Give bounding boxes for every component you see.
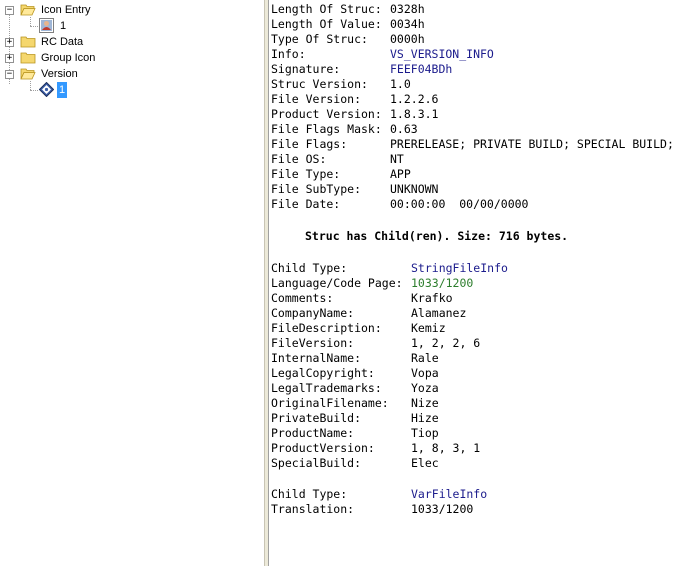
version-info-view: Length Of Struc: 0328h Length Of Value: 00… [269,0,689,566]
tree-node-label: Group Icon [41,52,96,64]
string-row: ProductVersion: 1, 8, 3, 1 [271,441,481,455]
child-type-value: StringFileInfo [411,261,508,275]
tree-node-group-icon[interactable]: + Group Icon [0,50,264,66]
tree-node-label: Icon Entry [41,4,91,16]
child-size-note: Struc has Child(ren). Size: 716 bytes. [305,229,569,243]
collapse-icon[interactable]: − [5,70,14,79]
folder-icon [20,36,36,48]
info-row: Type Of Struc: 0000h [271,32,425,46]
tree-node-icon-entry[interactable]: − Icon Entry [0,2,264,18]
code-page-row: Language/Code Page: 1033/1200 [271,276,474,290]
string-row: InternalName: Rale [271,351,439,365]
tree-node-version-1[interactable]: 1 [0,82,264,98]
tree-node-label: Version [41,68,78,80]
tree-node-icon-entry-1[interactable]: 1 [0,18,264,34]
translation-row: Translation: 1033/1200 [271,502,474,516]
expand-icon[interactable]: + [5,38,14,47]
info-row: File OS: NT [271,152,404,166]
string-row: CompanyName: Alamanez [271,306,467,320]
tree-node-label-selected: 1 [57,82,68,98]
tree-node-rc-data[interactable]: + RC Data [0,34,264,50]
info-row: File Date: 00:00:00 00/00/0000 [271,197,529,211]
tree-node-label: 1 [60,20,67,32]
string-row: PrivateBuild: Hize [271,411,439,425]
resource-tree[interactable]: − Icon Entry 1 + RC Data + Group Icon − … [0,0,264,566]
info-row: Product Version: 1.8.3.1 [271,107,439,121]
child-type-value: VarFileInfo [411,487,488,501]
info-row: File Version: 1.2.2.6 [271,92,439,106]
string-row: LegalTrademarks: Yoza [271,381,439,395]
string-row: ProductName: Tiop [271,426,439,440]
tree-node-version[interactable]: − Version [0,66,264,82]
icon-resource-icon [39,18,54,33]
folder-icon [20,52,36,64]
info-row: Length Of Struc: 0328h [271,2,425,16]
expand-icon[interactable]: + [5,54,14,63]
info-row: Length Of Value: 0034h [271,17,425,31]
info-row: Info: VS_VERSION_INFO [271,47,494,61]
info-row: Signature: FEEF04BDh [271,62,453,76]
info-row: File SubType: UNKNOWN [271,182,439,196]
version-info-icon [39,82,54,97]
child-type-row: Child Type: VarFileInfo [271,487,488,501]
open-folder-icon [20,4,36,16]
signature-value: FEEF04BDh [390,62,453,76]
code-page-value: 1033/1200 [411,276,474,290]
collapse-icon[interactable]: − [5,6,14,15]
string-row: LegalCopyright: Vopa [271,366,439,380]
info-row: File Type: APP [271,167,411,181]
info-value: VS_VERSION_INFO [390,47,494,61]
info-row: File Flags Mask: 0.63 [271,122,418,136]
tree-node-label: RC Data [41,36,84,48]
info-row: Struc Version: 1.0 [271,77,411,91]
child-type-row: Child Type: StringFileInfo [271,261,508,275]
open-folder-icon [20,68,36,80]
string-row: SpecialBuild: Elec [271,456,439,470]
string-row: FileVersion: 1, 2, 2, 6 [271,336,481,350]
info-row: File Flags: PRERELEASE; PRIVATE BUILD; SP… [271,137,674,151]
string-row: Comments: Krafko [271,291,453,305]
string-row: FileDescription: Kemiz [271,321,446,335]
string-row: OriginalFilename: Nize [271,396,439,410]
